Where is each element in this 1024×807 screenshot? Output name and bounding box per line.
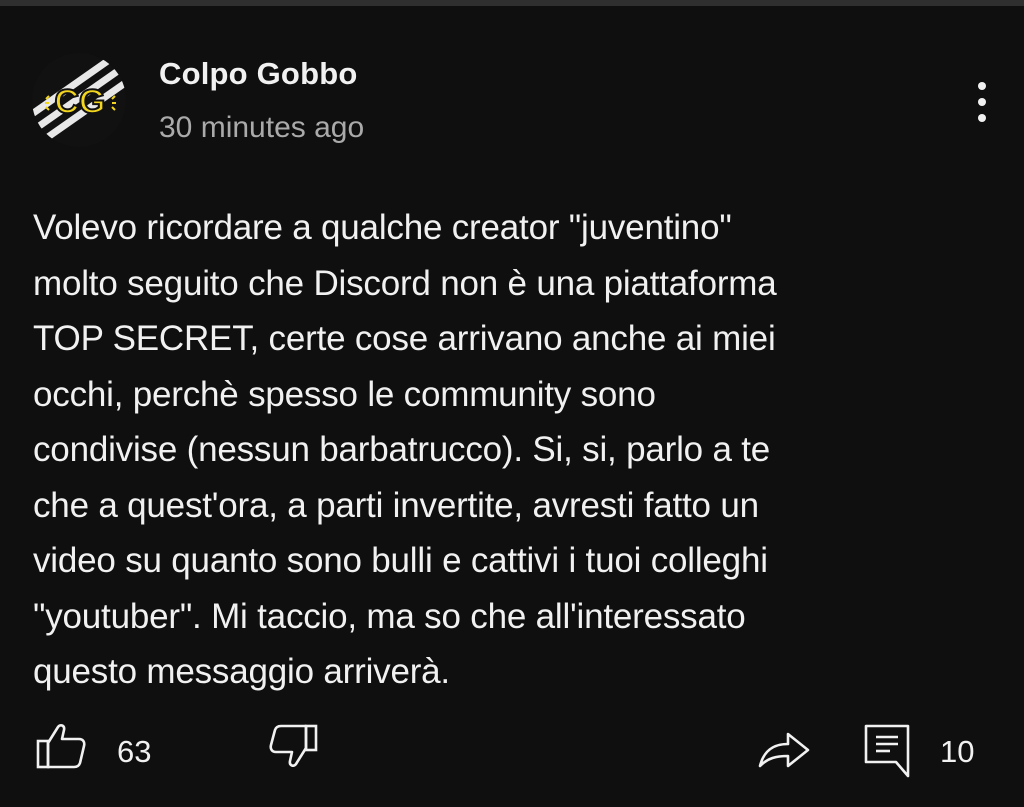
like-button[interactable] [34,721,90,771]
community-post: CG Colpo Gobbo 30 minutes ago Volevo ric… [0,6,1024,807]
thumbs-up-icon [36,724,86,769]
comment-button[interactable] [862,722,914,780]
share-arrow-icon [758,732,810,768]
more-vertical-icon-dot [978,114,986,122]
more-vertical-icon-dot [978,98,986,106]
avatar[interactable]: CG [32,53,126,147]
colpo-gobbo-logo-icon: CG [32,53,126,147]
more-vertical-icon [978,82,986,90]
thumbs-down-icon [269,724,318,767]
comment-icon [864,724,910,778]
comment-count: 10 [940,734,975,769]
post-text: Volevo ricordare a qualche creator "juve… [33,208,777,691]
share-button[interactable] [756,726,812,772]
channel-name[interactable]: Colpo Gobbo [159,56,357,92]
post-timestamp: 30 minutes ago [159,111,365,144]
like-count: 63 [117,734,152,769]
more-options-button[interactable] [962,74,1002,130]
dislike-button[interactable] [268,722,322,772]
avatar-logo-text: CG [55,83,106,121]
